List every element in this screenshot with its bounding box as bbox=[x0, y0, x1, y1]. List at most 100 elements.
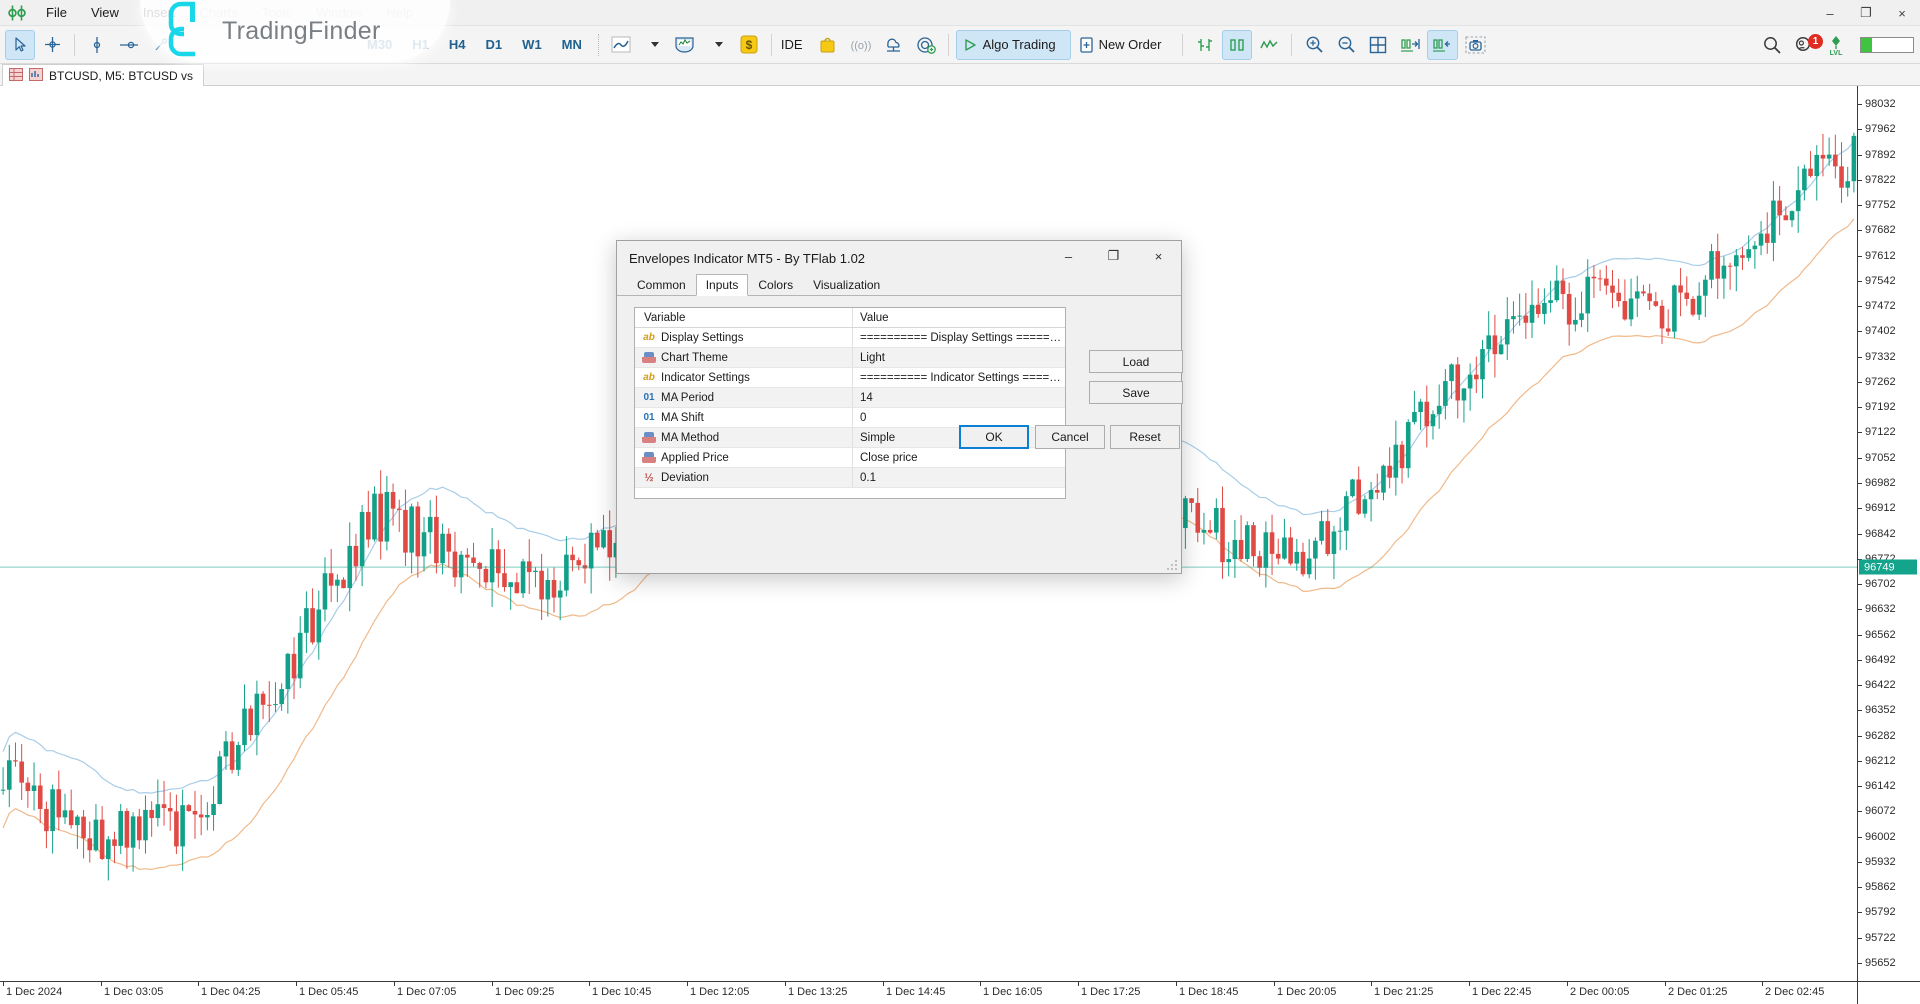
time-tick: 1 Dec 22:45 bbox=[1469, 986, 1531, 998]
grid-cell-variable: Applied Price bbox=[635, 448, 853, 467]
time-tick: 2 Dec 01:25 bbox=[1665, 986, 1727, 998]
candlestick-chart-icon[interactable] bbox=[1222, 30, 1252, 60]
tile-windows-icon[interactable] bbox=[1363, 30, 1393, 60]
grid-cell-value[interactable]: 0 bbox=[853, 412, 1065, 424]
grid-row[interactable]: abDisplay Settings========== Display Set… bbox=[635, 328, 1065, 348]
grid-variable-label: MA Method bbox=[661, 432, 719, 444]
grid-cell-value[interactable]: ========== Display Settings ======... bbox=[853, 332, 1065, 344]
minimize-icon[interactable]: – bbox=[1812, 0, 1848, 26]
price-tick: 95862 bbox=[1858, 881, 1896, 893]
load-button[interactable]: Load bbox=[1089, 350, 1183, 373]
dollar-icon[interactable]: $ bbox=[734, 30, 764, 60]
lvl-icon[interactable]: LVL bbox=[1821, 30, 1851, 60]
copy-trading-icon[interactable] bbox=[911, 30, 941, 60]
zoom-in-icon[interactable] bbox=[1299, 30, 1329, 60]
grid-row[interactable]: 01MA Period14 bbox=[635, 388, 1065, 408]
new-order-button[interactable]: New Order bbox=[1073, 30, 1176, 60]
time-scale[interactable]: 1 Dec 20241 Dec 03:051 Dec 04:251 Dec 05… bbox=[0, 981, 1857, 1004]
object-chart-icon[interactable] bbox=[670, 30, 700, 60]
close-icon[interactable]: × bbox=[1884, 0, 1920, 26]
new-order-label: New Order bbox=[1094, 37, 1170, 52]
notifications-badge: 1 bbox=[1808, 34, 1823, 49]
trendline-icon[interactable] bbox=[114, 30, 144, 60]
dialog-maximize-icon[interactable]: ❐ bbox=[1091, 241, 1136, 271]
dialog-window-buttons: – ❐ × bbox=[1046, 241, 1181, 275]
price-tick: 95792 bbox=[1858, 906, 1896, 918]
grid-row[interactable]: Applied Price Close price bbox=[635, 448, 1065, 468]
vps-cloud-icon[interactable] bbox=[879, 30, 909, 60]
timeframe-h4[interactable]: H4 bbox=[440, 30, 475, 60]
timeframe-d1[interactable]: D1 bbox=[477, 30, 512, 60]
toolbar-right-group: 1 LVL bbox=[1756, 26, 1914, 64]
price-tick: 96912 bbox=[1858, 502, 1896, 514]
menu-item-view[interactable]: View bbox=[79, 2, 131, 23]
grid-cell-value[interactable]: 14 bbox=[853, 392, 1065, 404]
zoom-out-icon[interactable] bbox=[1331, 30, 1361, 60]
svg-text:$: $ bbox=[746, 38, 753, 52]
resize-grip-icon[interactable] bbox=[1167, 560, 1178, 571]
grid-cell-value[interactable]: 0.1 bbox=[853, 472, 1065, 484]
chart-tab-btcusd[interactable]: BTCUSD, M5: BTCUSD vs bbox=[2, 64, 204, 86]
scroll-to-end-icon[interactable] bbox=[1395, 30, 1425, 60]
tab-inputs[interactable]: Inputs bbox=[696, 274, 749, 296]
grid-cell-value[interactable]: Light bbox=[853, 352, 1065, 364]
price-tick: 97262 bbox=[1858, 376, 1896, 388]
time-tick: 1 Dec 07:05 bbox=[394, 986, 456, 998]
time-tick: 1 Dec 10:45 bbox=[589, 986, 651, 998]
price-tick: 97402 bbox=[1858, 325, 1896, 337]
price-tick: 97052 bbox=[1858, 452, 1896, 464]
screenshot-icon[interactable] bbox=[1460, 30, 1490, 60]
cursor-arrow-icon[interactable] bbox=[5, 30, 35, 60]
grid-row[interactable]: Chart ThemeLight bbox=[635, 348, 1065, 368]
dialog-minimize-icon[interactable]: – bbox=[1046, 241, 1091, 271]
crosshair-icon[interactable] bbox=[37, 30, 67, 60]
grid-cell-variable: ½Deviation bbox=[635, 468, 853, 487]
save-button[interactable]: Save bbox=[1089, 381, 1183, 404]
chevron-down-icon[interactable] bbox=[638, 30, 668, 60]
time-tick: 1 Dec 03:05 bbox=[101, 986, 163, 998]
cancel-button[interactable]: Cancel bbox=[1035, 425, 1105, 449]
price-tick: 97822 bbox=[1858, 174, 1896, 186]
grid-cell-value[interactable]: Close price bbox=[853, 452, 1065, 464]
signals-icon[interactable]: ((o)) bbox=[845, 30, 877, 60]
auto-scroll-icon[interactable] bbox=[1427, 30, 1458, 60]
tab-common[interactable]: Common bbox=[627, 274, 696, 296]
reset-button[interactable]: Reset bbox=[1110, 425, 1180, 449]
dialog-close-icon[interactable]: × bbox=[1136, 241, 1181, 271]
watermark-text: TradingFinder bbox=[222, 17, 381, 46]
ok-button[interactable]: OK bbox=[959, 425, 1029, 449]
toolbar-separator-3 bbox=[948, 34, 949, 56]
search-icon[interactable] bbox=[1757, 30, 1787, 60]
grid-cell-variable: 01MA Shift bbox=[635, 408, 853, 427]
inputs-grid[interactable]: Variable Value abDisplay Settings=======… bbox=[634, 307, 1066, 499]
market-bag-icon[interactable] bbox=[813, 30, 843, 60]
price-tick: 97752 bbox=[1858, 199, 1896, 211]
indicator-properties-dialog[interactable]: Envelopes Indicator MT5 - By TFlab 1.02 … bbox=[616, 240, 1182, 574]
toolbar-separator-2 bbox=[771, 34, 772, 56]
chevron-down-icon-2[interactable] bbox=[702, 30, 732, 60]
window-controls: – ❐ × bbox=[1812, 0, 1920, 26]
metatrader-logo-icon bbox=[0, 5, 34, 21]
grid-row[interactable]: ½Deviation0.1 bbox=[635, 468, 1065, 488]
grid-variable-label: Applied Price bbox=[661, 452, 729, 464]
tab-visualization[interactable]: Visualization bbox=[803, 274, 890, 296]
price-scale[interactable]: 9803297962978929782297752976829761297542… bbox=[1857, 86, 1920, 981]
line-chart-icon[interactable] bbox=[606, 30, 636, 60]
notifications-icon[interactable]: 1 bbox=[1789, 30, 1819, 60]
enum-variable-icon bbox=[642, 352, 656, 363]
ide-button[interactable]: IDE bbox=[779, 30, 811, 60]
vertical-line-icon[interactable] bbox=[82, 30, 112, 60]
tab-colors[interactable]: Colors bbox=[748, 274, 803, 296]
maximize-icon[interactable]: ❐ bbox=[1848, 0, 1884, 26]
price-tick: 97682 bbox=[1858, 224, 1896, 236]
current-price-label: 96749 bbox=[1859, 560, 1917, 575]
timeframe-mn[interactable]: MN bbox=[553, 30, 591, 60]
timeframe-w1[interactable]: W1 bbox=[513, 30, 551, 60]
grid-row[interactable]: abIndicator Settings========== Indicator… bbox=[635, 368, 1065, 388]
grid-cell-value[interactable]: ========== Indicator Settings =====... bbox=[853, 372, 1065, 384]
bar-chart-icon[interactable] bbox=[1190, 30, 1220, 60]
algo-trading-button[interactable]: Algo Trading bbox=[956, 30, 1071, 60]
menu-item-file[interactable]: File bbox=[34, 2, 79, 23]
price-tick: 97962 bbox=[1858, 123, 1896, 135]
line-chart-style-icon[interactable] bbox=[1254, 30, 1284, 60]
